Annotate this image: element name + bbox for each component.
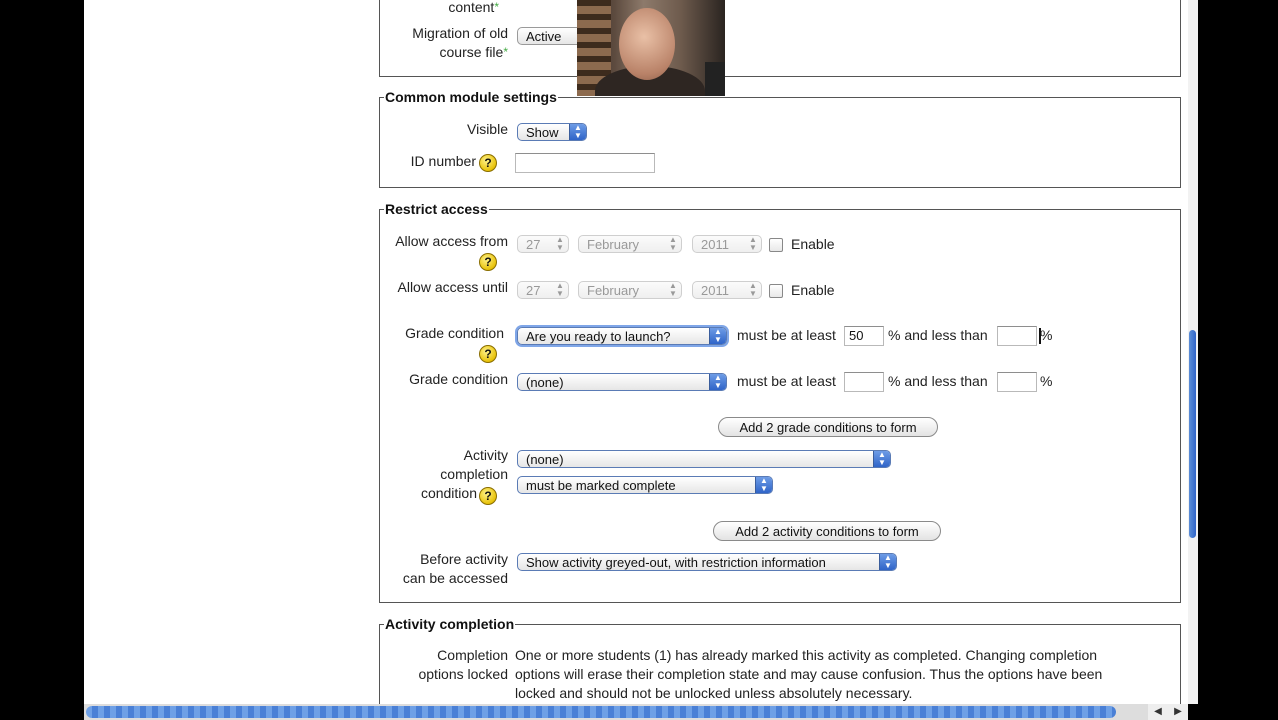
before-activity-label: Before activity can be accessed [402, 551, 508, 586]
select-arrow-icon: ▲ ▼ [749, 235, 757, 252]
grade-condition-label: Grade condition [409, 371, 508, 387]
percent-label: % [1040, 373, 1053, 389]
select-arrow-icon: ▲ ▼ [709, 328, 726, 344]
select-arrow-icon: ▲ ▼ [879, 554, 896, 570]
id-number-label: ID number [410, 153, 476, 169]
select-arrow-icon: ▲ ▼ [873, 451, 890, 467]
allow-until-month-select[interactable]: February ▲ ▼ [578, 281, 682, 299]
text-cursor [1039, 328, 1041, 344]
common-module-legend: Common module settings [384, 89, 558, 105]
allow-from-day-select[interactable]: 27 ▲ ▼ [517, 235, 569, 253]
migration-label: Migration of old course file* [412, 25, 508, 60]
allow-from-year-select[interactable]: 2011 ▲ ▼ [692, 235, 762, 253]
allow-until-day-select[interactable]: 27 ▲ ▼ [517, 281, 569, 299]
select-arrow-icon: ▲ ▼ [755, 477, 772, 493]
horizontal-scrollbar[interactable]: ◀ ▶ [84, 704, 1188, 720]
allow-from-label: Allow access from [395, 233, 508, 249]
visible-label: Visible [467, 121, 508, 137]
select-arrow-icon: ▲ ▼ [569, 124, 586, 140]
scroll-right-icon[interactable]: ▶ [1168, 704, 1188, 720]
select-arrow-icon: ▲ ▼ [556, 235, 564, 252]
completion-options-locked-label: Completion options locked [418, 647, 508, 682]
completion-locked-text: One or more students (1) has already mar… [515, 647, 1103, 701]
allow-until-enable-checkbox[interactable] [769, 284, 783, 298]
help-icon[interactable]: ? [479, 253, 497, 271]
percent-label: % [1040, 327, 1053, 343]
background-object [705, 62, 725, 96]
allow-from-enable-checkbox[interactable] [769, 238, 783, 252]
must-be-at-least-label: must be at least [737, 373, 836, 389]
activity-select[interactable]: (none) ▲ ▼ [517, 450, 891, 468]
horizontal-scroll-thumb[interactable] [86, 706, 1116, 718]
help-icon[interactable]: ? [479, 154, 497, 172]
grade-condition-1-max-input[interactable] [997, 326, 1037, 346]
grade-condition-2-min-input[interactable] [844, 372, 884, 392]
and-less-than-label: % and less than [888, 373, 988, 389]
help-icon[interactable]: ? [479, 345, 497, 363]
restrict-access-fieldset [379, 209, 1181, 603]
id-number-input[interactable] [515, 153, 655, 173]
webcam-overlay [577, 0, 725, 96]
content-label: content* [448, 0, 499, 15]
activity-completion-legend: Activity completion [384, 616, 516, 632]
select-arrow-icon: ▲ ▼ [669, 281, 677, 298]
grade-condition-2-select[interactable]: (none) ▲ ▼ [517, 373, 727, 391]
must-be-at-least-label: must be at least [737, 327, 836, 343]
select-arrow-icon: ▲ ▼ [669, 235, 677, 252]
presenter-face [619, 8, 675, 80]
allow-until-enable-label: Enable [791, 282, 835, 298]
grade-condition-1-min-input[interactable]: 50 [844, 326, 884, 346]
allow-until-label: Allow access until [397, 279, 509, 295]
vertical-scrollbar[interactable] [1188, 0, 1198, 704]
grade-condition-1-select[interactable]: Are you ready to launch? ▲ ▼ [517, 327, 727, 345]
form-page: content* Migration of old course file* A… [84, 0, 1188, 704]
select-arrow-icon: ▲ ▼ [749, 281, 757, 298]
and-less-than-label: % and less than [888, 327, 988, 343]
allow-until-year-select[interactable]: 2011 ▲ ▼ [692, 281, 762, 299]
add-activity-conditions-button[interactable]: Add 2 activity conditions to form [713, 521, 941, 541]
restrict-access-legend: Restrict access [384, 201, 489, 217]
select-arrow-icon: ▲ ▼ [709, 374, 726, 390]
vertical-scroll-thumb[interactable] [1189, 330, 1196, 538]
grade-condition-2-max-input[interactable] [997, 372, 1037, 392]
add-grade-conditions-button[interactable]: Add 2 grade conditions to form [718, 417, 938, 437]
select-arrow-icon: ▲ ▼ [556, 281, 564, 298]
visible-select[interactable]: Show ▲ ▼ [517, 123, 587, 141]
activity-state-select[interactable]: must be marked complete ▲ ▼ [517, 476, 773, 494]
common-module-fieldset [379, 97, 1181, 188]
scroll-left-icon[interactable]: ◀ [1148, 704, 1168, 720]
before-activity-select[interactable]: Show activity greyed-out, with restricti… [517, 553, 897, 571]
help-icon[interactable]: ? [479, 487, 497, 505]
allow-from-month-select[interactable]: February ▲ ▼ [578, 235, 682, 253]
allow-from-enable-label: Enable [791, 236, 835, 252]
grade-condition-label: Grade condition [405, 325, 504, 341]
